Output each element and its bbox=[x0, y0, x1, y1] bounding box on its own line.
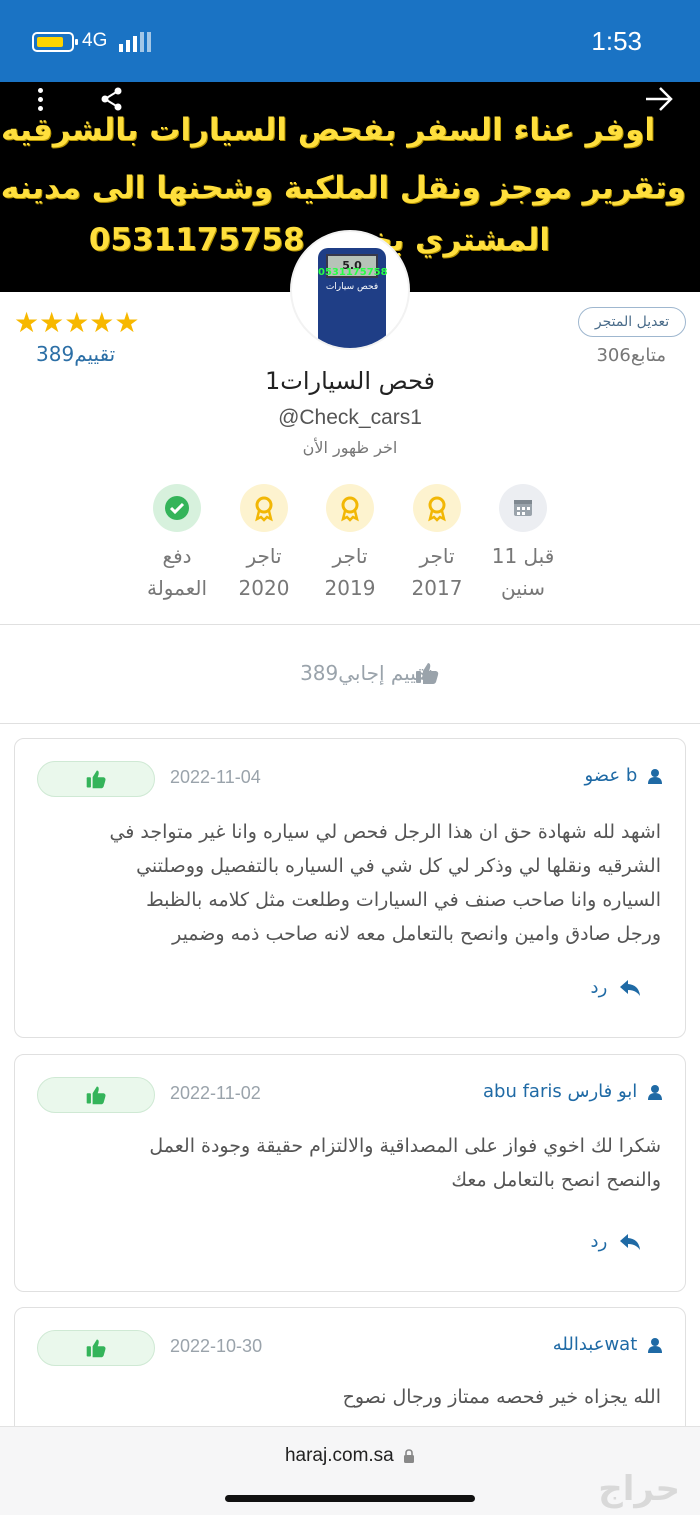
badge-trader-2017: تاجر 2017 bbox=[392, 484, 482, 604]
badge-commission-paid: دفع العمولة bbox=[132, 484, 222, 604]
review-author[interactable]: عبداللهwat bbox=[553, 1334, 663, 1355]
thumbs-up-icon bbox=[86, 770, 106, 789]
review-author[interactable]: abu faris ابو فارس bbox=[483, 1081, 663, 1102]
avatar-phone: 0531175758 bbox=[318, 267, 388, 278]
badge-sub-5: العمولة bbox=[146, 576, 207, 600]
review-author-name[interactable]: abu faris ابو فارس bbox=[483, 1081, 637, 1102]
review-author-name[interactable]: عضو b bbox=[584, 765, 637, 786]
badge-label-1: قبل 11 bbox=[491, 544, 555, 568]
review-date: 2022-11-02 bbox=[170, 1083, 261, 1103]
address-bar[interactable]: haraj.com.sa bbox=[0, 1445, 700, 1467]
last-seen: اخر ظهور الأن bbox=[302, 438, 398, 457]
badge-trader-2020: تاجر 2020 bbox=[219, 484, 309, 604]
review-date: 2022-10-30 bbox=[170, 1336, 263, 1356]
arrow-right-icon[interactable] bbox=[644, 86, 674, 112]
review-line: السياره وانا صاحب صنف في السيارات وطلعت … bbox=[146, 889, 661, 911]
review-date: 2022-11-04 bbox=[170, 767, 261, 787]
badge-sub-2: 2017 bbox=[411, 576, 463, 600]
network-type: 4G bbox=[82, 30, 108, 51]
review-card: 2022-11-02 abu faris ابو فارس شكرا لك اخ… bbox=[14, 1054, 686, 1292]
share-icon[interactable] bbox=[98, 86, 126, 112]
review-text: اشهد لله شهادة حق ان هذا الرجل فحص لي سي… bbox=[41, 815, 661, 951]
review-author[interactable]: عضو b bbox=[584, 765, 663, 786]
badge-label-4: تاجر bbox=[246, 544, 282, 568]
shop-name: فحص السيارات1 bbox=[264, 367, 436, 395]
badge-sub-3: 2019 bbox=[324, 576, 376, 600]
browser-bottom-bar: haraj.com.sa حراج bbox=[0, 1426, 700, 1515]
badge-sub-4: 2020 bbox=[238, 576, 290, 600]
review-line: والنصح انصح بالتعامل معك bbox=[451, 1169, 661, 1191]
status-bar: 4G 1:53 bbox=[0, 0, 700, 82]
verified-icon bbox=[153, 484, 201, 532]
badge-label-2: تاجر bbox=[419, 544, 455, 568]
review-card: 2022-11-04 عضو b اشهد لله شهادة حق ان هذ… bbox=[14, 738, 686, 1038]
reply-button[interactable]: رد bbox=[591, 1231, 641, 1252]
badge-sub-1: سنين bbox=[500, 576, 546, 600]
user-icon bbox=[648, 1085, 662, 1100]
more-options-icon[interactable] bbox=[36, 86, 44, 114]
positive-rating-pill bbox=[37, 761, 155, 797]
shop-handle: @Check_cars1 bbox=[278, 406, 422, 429]
reply-icon bbox=[620, 980, 640, 996]
rating-count[interactable]: 389تقييم bbox=[36, 342, 115, 366]
positive-rating-pill bbox=[37, 1330, 155, 1366]
reply-label: رد bbox=[590, 1231, 608, 1252]
award-icon bbox=[326, 484, 374, 532]
banner-line-1: اوفر عناء السفر بفحص السيارات بالشرقيه bbox=[1, 112, 655, 148]
user-icon bbox=[648, 1338, 662, 1353]
positive-ratings-box[interactable]: 389تقييم إجابي bbox=[0, 624, 700, 724]
lock-icon bbox=[404, 1449, 415, 1463]
positive-rating-pill bbox=[37, 1077, 155, 1113]
reply-button[interactable]: رد bbox=[591, 977, 641, 998]
review-line: اشهد لله شهادة حق ان هذا الرجل فحص لي سي… bbox=[109, 821, 661, 843]
reply-label: رد bbox=[590, 977, 608, 998]
review-author-name[interactable]: عبداللهwat bbox=[553, 1334, 638, 1355]
review-text: الله يجزاه خير فحصه ممتاز ورجال نصوح bbox=[41, 1380, 661, 1414]
review-line: شكرا لك اخوي فواز على المصداقية والالتزا… bbox=[149, 1135, 661, 1157]
avatar-label: فحص سيارات bbox=[325, 282, 379, 292]
badge-label-5: دفع bbox=[162, 544, 192, 568]
battery-icon bbox=[32, 32, 78, 52]
user-icon bbox=[648, 769, 662, 784]
review-line: الشرقيه ونقلها لي وذكر لي كل شي في السيا… bbox=[136, 855, 661, 877]
badge-label-3: تاجر bbox=[332, 544, 368, 568]
clock: 1:53 bbox=[591, 26, 642, 56]
shop-avatar[interactable]: 5.0 0531175758 فحص سيارات bbox=[290, 230, 410, 350]
banner-line-2: وتقرير موجز ونقل الملكية وشحنها الى مدين… bbox=[0, 170, 686, 206]
thumbs-up-icon bbox=[416, 663, 439, 684]
reply-icon bbox=[620, 1234, 640, 1250]
rating-stars: ★★★★★ bbox=[14, 306, 140, 339]
signal-icon bbox=[119, 30, 151, 52]
followers-count[interactable]: 306متابع bbox=[596, 345, 666, 366]
thumbs-up-icon bbox=[86, 1086, 106, 1105]
home-indicator[interactable] bbox=[225, 1495, 475, 1502]
award-icon bbox=[240, 484, 288, 532]
review-line: الله يجزاه خير فحصه ممتاز ورجال نصوح bbox=[342, 1386, 661, 1408]
thumbs-up-icon bbox=[86, 1339, 106, 1358]
haraj-watermark: حراج bbox=[598, 1469, 680, 1509]
positive-ratings-text: 389تقييم إجابي bbox=[300, 661, 432, 685]
edit-store-button[interactable]: تعديل المتجر bbox=[578, 307, 686, 337]
award-icon bbox=[413, 484, 461, 532]
badge-trader-2019: تاجر 2019 bbox=[305, 484, 395, 604]
review-line: ورجل صادق وامين وانصح بالتعامل معه لانه … bbox=[172, 923, 661, 945]
calendar-icon bbox=[499, 484, 547, 532]
badge-member-since: قبل 11 سنين bbox=[478, 484, 568, 604]
url-text: haraj.com.sa bbox=[284, 1445, 394, 1466]
review-text: شكرا لك اخوي فواز على المصداقية والالتزا… bbox=[41, 1129, 661, 1197]
